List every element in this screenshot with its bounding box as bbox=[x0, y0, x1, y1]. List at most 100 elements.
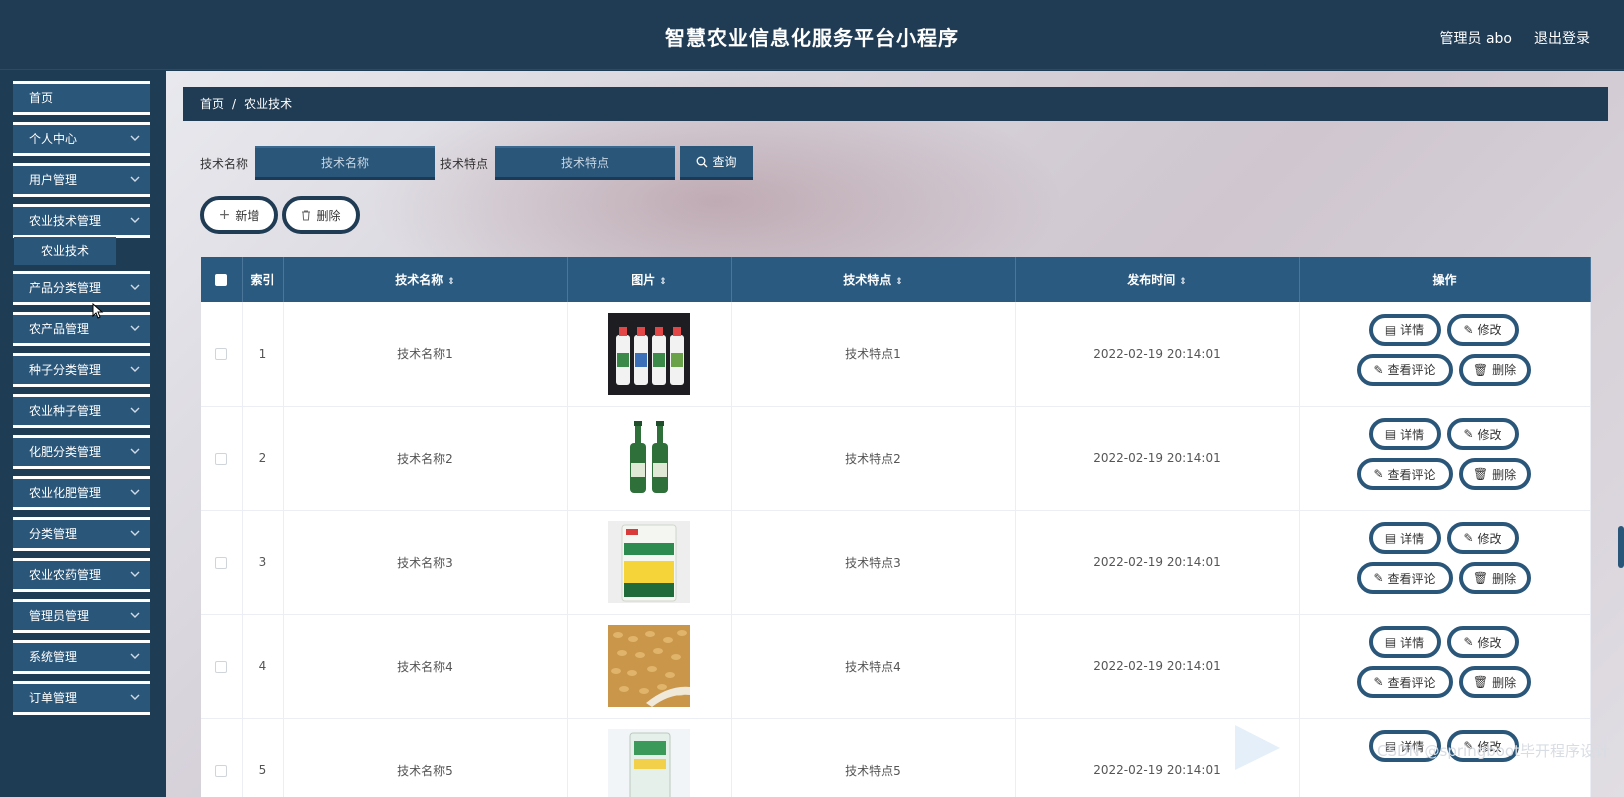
view-comments-button[interactable]: ✎ 查看评论 bbox=[1356, 458, 1453, 490]
sidebar-item-category[interactable]: 分类管理 bbox=[13, 517, 150, 551]
sidebar-item-agri-tech[interactable]: 农业技术管理 bbox=[13, 204, 150, 238]
column-header-ops: 操作 bbox=[1299, 257, 1591, 302]
row-index: 5 bbox=[242, 718, 284, 797]
trash-icon: 🗑 bbox=[1472, 467, 1489, 481]
table-row: 4 技术名称4 技术特点4 2022-02-19 20:14:01 ▤ 详情 ✎… bbox=[201, 614, 1591, 718]
pencil-icon: ✎ bbox=[1463, 322, 1474, 337]
column-header-feature-label: 技术特点 bbox=[843, 273, 892, 287]
breadcrumb-home[interactable]: 首页 bbox=[200, 97, 224, 111]
view-comments-label: 查看评论 bbox=[1387, 675, 1436, 690]
delete-button[interactable]: 🗑 删除 bbox=[1458, 562, 1531, 594]
edit-button[interactable]: ✎ 修改 bbox=[1446, 313, 1519, 346]
sidebar-item-orders[interactable]: 订单管理 bbox=[13, 681, 150, 715]
chevron-down-icon bbox=[130, 643, 140, 671]
row-checkbox[interactable] bbox=[215, 348, 228, 361]
trash-icon bbox=[302, 210, 311, 220]
row-checkbox[interactable] bbox=[215, 556, 228, 569]
trash-icon: 🗑 bbox=[1472, 675, 1489, 689]
sidebar-item-label: 种子分类管理 bbox=[29, 363, 102, 377]
bottles-four-image[interactable] bbox=[608, 312, 690, 395]
edit-button[interactable]: ✎ 修改 bbox=[1446, 626, 1519, 658]
column-header-name[interactable]: 技术名称 ⇕ bbox=[283, 257, 568, 302]
edit-label: 修改 bbox=[1477, 635, 1502, 650]
pencil-icon: ✎ bbox=[1463, 635, 1474, 649]
row-checkbox[interactable] bbox=[215, 452, 228, 465]
row-operations: ▤ 详情 ✎ 修改 ✎ 查看评论 🗑 删除 bbox=[1356, 626, 1533, 706]
batch-delete-button[interactable]: 删除 bbox=[282, 196, 360, 234]
detail-button[interactable]: ▤ 详情 bbox=[1368, 418, 1441, 450]
select-all-cell bbox=[201, 257, 243, 302]
add-button[interactable]: + 新增 bbox=[200, 196, 278, 234]
sort-icon[interactable]: ⇕ bbox=[895, 277, 903, 287]
column-header-feature[interactable]: 技术特点 ⇕ bbox=[731, 257, 1016, 302]
edit-button[interactable]: ✎ 修改 bbox=[1446, 522, 1519, 554]
chevron-down-icon bbox=[130, 125, 140, 153]
select-all-checkbox[interactable] bbox=[215, 274, 228, 286]
detail-button[interactable]: ▤ 详情 bbox=[1368, 313, 1441, 346]
detail-button[interactable]: ▤ 详情 bbox=[1368, 522, 1441, 554]
column-header-image[interactable]: 图片 ⇕ bbox=[567, 257, 732, 302]
view-comments-button[interactable]: ✎ 查看评论 bbox=[1356, 353, 1453, 386]
chevron-down-icon bbox=[130, 166, 140, 194]
search-icon bbox=[697, 156, 708, 167]
row-operations: ▤ 详情 ✎ 修改 ✎ 查看评论 🗑 删除 bbox=[1356, 418, 1533, 498]
row-publish-time: 2022-02-19 20:14:01 bbox=[1015, 406, 1300, 510]
query-button-label: 查询 bbox=[712, 155, 737, 169]
tech-feature-input[interactable] bbox=[495, 146, 675, 180]
sidebar-item-users[interactable]: 用户管理 bbox=[13, 163, 150, 197]
sidebar-item-product-category[interactable]: 产品分类管理 bbox=[13, 271, 150, 305]
wheat-grain-image[interactable] bbox=[608, 625, 690, 707]
breadcrumb-current: 农业技术 bbox=[244, 97, 293, 111]
delete-button[interactable]: 🗑 删除 bbox=[1458, 458, 1531, 490]
view-comments-button[interactable]: ✎ 查看评论 bbox=[1356, 562, 1453, 594]
current-user: 管理员 abo bbox=[1439, 31, 1512, 47]
sidebar-item-label: 分类管理 bbox=[29, 527, 78, 541]
sidebar-subitem-agri-tech[interactable]: 农业技术 bbox=[14, 237, 116, 265]
sidebar-item-pesticides[interactable]: 农业农药管理 bbox=[13, 558, 150, 592]
sidebar-item-agri-products[interactable]: 农产品管理 bbox=[13, 312, 150, 346]
detail-label: 详情 bbox=[1400, 635, 1425, 650]
query-button[interactable]: 查询 bbox=[680, 146, 753, 180]
seed-bag-image[interactable] bbox=[608, 729, 690, 797]
sidebar-item-home[interactable]: 首页 bbox=[13, 81, 150, 115]
breadcrumb-separator: / bbox=[232, 97, 237, 111]
sort-icon[interactable]: ⇕ bbox=[447, 277, 455, 287]
sidebar-item-fertilizer-category[interactable]: 化肥分类管理 bbox=[13, 435, 150, 469]
view-comments-button[interactable]: ✎ 查看评论 bbox=[1356, 666, 1453, 698]
table-row: 2 技术名称2 技术特点2 2022-02-19 20:14:01 ▤ 详情 ✎ 修… bbox=[201, 406, 1591, 510]
sort-icon[interactable]: ⇕ bbox=[1179, 277, 1187, 287]
row-publish-time: 2022-02-19 20:14:01 bbox=[1015, 510, 1300, 614]
sort-icon[interactable]: ⇕ bbox=[659, 277, 667, 287]
row-checkbox[interactable] bbox=[215, 764, 228, 777]
sidebar-item-profile[interactable]: 个人中心 bbox=[13, 122, 150, 156]
app-title: 智慧农业信息化服务平台小程序 bbox=[665, 26, 959, 50]
fertilizer-bag-image[interactable] bbox=[608, 521, 690, 603]
sidebar-item-admins[interactable]: 管理员管理 bbox=[13, 599, 150, 633]
edit-label: 修改 bbox=[1477, 531, 1502, 546]
batch-delete-label: 删除 bbox=[316, 208, 341, 223]
edit-button[interactable]: ✎ 修改 bbox=[1446, 418, 1519, 450]
sidebar-item-label: 农业种子管理 bbox=[29, 404, 102, 418]
breadcrumb: 首页 / 农业技术 bbox=[183, 87, 1608, 121]
detail-button[interactable]: ▤ 详情 bbox=[1368, 626, 1441, 658]
vertical-scrollbar[interactable] bbox=[1618, 526, 1624, 568]
sidebar-item-system[interactable]: 系统管理 bbox=[13, 640, 150, 674]
delete-button[interactable]: 🗑 删除 bbox=[1458, 666, 1531, 698]
delete-button[interactable]: 🗑 删除 bbox=[1458, 353, 1531, 386]
tech-name-input[interactable] bbox=[255, 146, 435, 180]
row-publish-time: 2022-02-19 20:14:01 bbox=[1015, 302, 1300, 406]
chevron-down-icon bbox=[130, 561, 140, 589]
logout-link[interactable]: 退出登录 bbox=[1534, 28, 1590, 48]
column-header-time[interactable]: 发布时间 ⇕ bbox=[1015, 257, 1300, 302]
row-checkbox[interactable] bbox=[215, 660, 228, 673]
row-operations: ▤ 详情 ✎ 修改 ✎ 查看评论 🗑 删除 bbox=[1356, 313, 1533, 394]
document-icon: ▤ bbox=[1384, 427, 1397, 441]
top-header: 智慧农业信息化服务平台小程序 管理员 abo 退出登录 bbox=[0, 0, 1624, 70]
trash-icon: 🗑 bbox=[1472, 362, 1489, 377]
detail-label: 详情 bbox=[1400, 323, 1425, 338]
sidebar-item-seeds[interactable]: 农业种子管理 bbox=[13, 394, 150, 428]
bottles-two-green-image[interactable] bbox=[608, 417, 690, 499]
sidebar-item-seed-category[interactable]: 种子分类管理 bbox=[13, 353, 150, 387]
sidebar-item-fertilizers[interactable]: 农业化肥管理 bbox=[13, 476, 150, 510]
row-tech-feature: 技术特点3 bbox=[731, 510, 1016, 614]
